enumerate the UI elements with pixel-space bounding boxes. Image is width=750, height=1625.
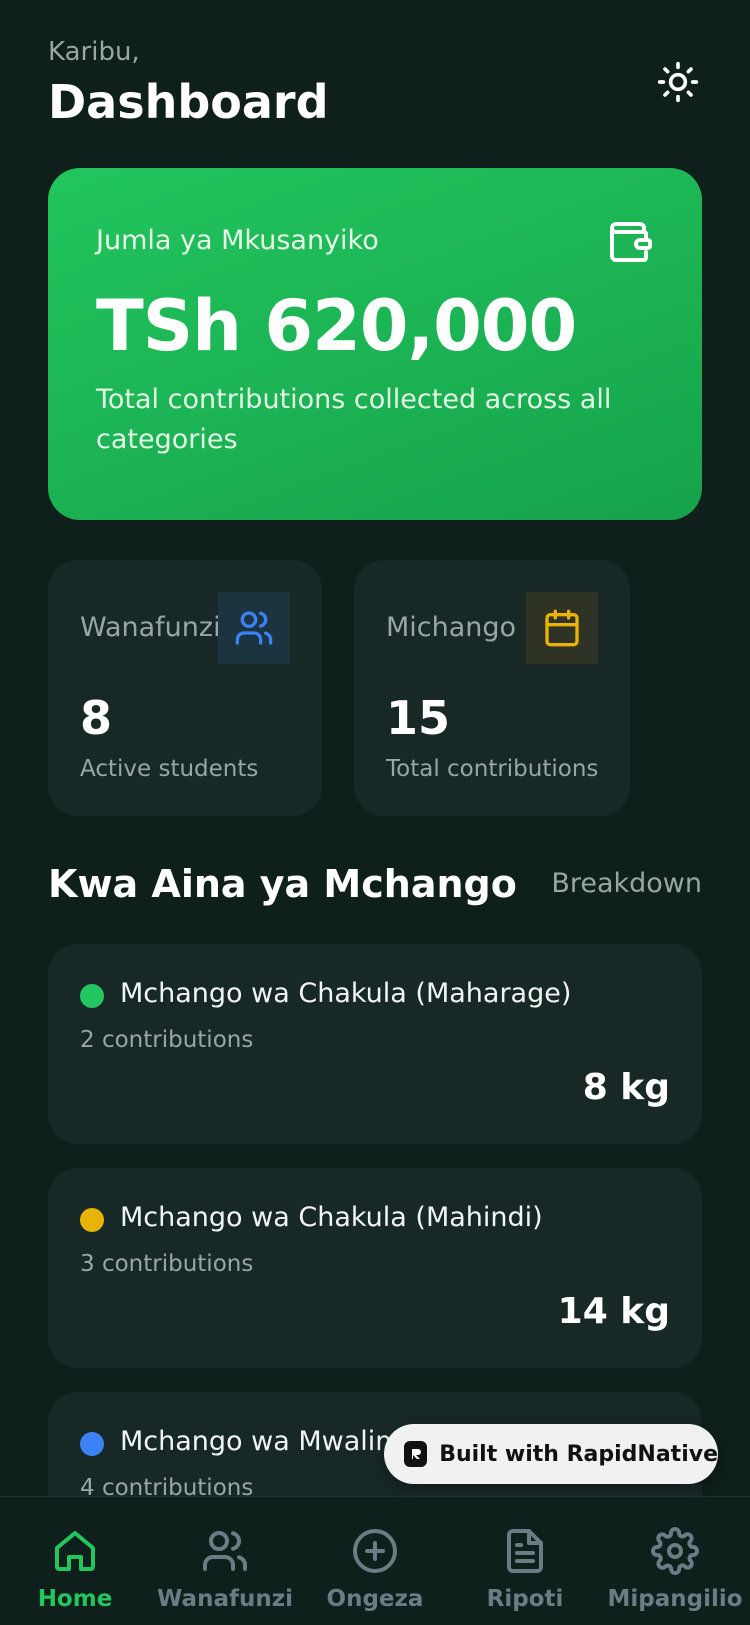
stat-icon-box xyxy=(218,592,290,664)
stat-value: 15 xyxy=(386,691,451,745)
stat-value: 8 xyxy=(80,691,113,745)
wallet-icon xyxy=(610,222,652,262)
calendar-icon xyxy=(545,609,579,647)
users-icon xyxy=(203,1531,247,1571)
category-name: Mchango wa Mwalim xyxy=(120,1426,402,1457)
sun-icon xyxy=(657,61,699,103)
category-name: Mchango wa Chakula (Mahindi) xyxy=(120,1202,543,1233)
badge-text: Built with RapidNative xyxy=(439,1441,718,1467)
stat-label: Wanafunzi xyxy=(80,612,221,643)
stat-subtitle: Active students xyxy=(80,756,259,782)
gear-icon xyxy=(651,1527,699,1575)
breakdown-link[interactable]: Breakdown xyxy=(551,866,702,902)
built-with-rapidnative-badge[interactable]: Built with RapidNative xyxy=(384,1424,718,1484)
page-title: Dashboard xyxy=(48,75,329,129)
category-name: Mchango wa Chakula (Maharage) xyxy=(120,978,572,1009)
nav-label: Ongeza xyxy=(326,1586,424,1612)
nav-label: Mipangilio xyxy=(607,1586,743,1612)
nav-label: Ripoti xyxy=(486,1586,564,1612)
nav-item-ripoti[interactable]: Ripoti xyxy=(450,1497,600,1625)
category-color-dot xyxy=(80,1432,104,1456)
nav-item-mipangilio[interactable]: Mipangilio xyxy=(600,1497,750,1625)
home-icon xyxy=(55,1531,95,1571)
greeting: Karibu, xyxy=(48,37,140,67)
category-count: 2 contributions xyxy=(80,1027,254,1053)
category-count: 3 contributions xyxy=(80,1251,254,1277)
category-color-dot xyxy=(80,1208,104,1232)
stat-card-contributions[interactable]: Michango 15 Total contributions xyxy=(354,560,630,816)
section-title: Kwa Aina ya Mchango xyxy=(48,862,517,906)
category-card[interactable]: Mchango wa Chakula (Maharage) 2 contribu… xyxy=(48,944,702,1144)
theme-toggle-button[interactable] xyxy=(654,58,702,106)
total-description: Total contributions collected across all… xyxy=(96,384,612,455)
plus-circle-icon xyxy=(353,1529,397,1573)
total-collection-card: Jumla ya Mkusanyiko TSh 620,000 Total co… xyxy=(48,168,702,520)
nav-label: Home xyxy=(37,1586,113,1612)
nav-item-wanafunzi[interactable]: Wanafunzi xyxy=(150,1497,300,1625)
file-text-icon xyxy=(507,1529,543,1573)
total-amount: TSh 620,000 xyxy=(96,285,577,367)
stat-icon-box xyxy=(526,592,598,664)
bottom-nav: Home Wanafunzi Ongeza Ripoti Mipangilio xyxy=(0,1496,750,1625)
total-label: Jumla ya Mkusanyiko xyxy=(96,225,379,256)
category-amount: 8 kg xyxy=(582,1067,670,1108)
rapidnative-logo-icon xyxy=(404,1441,428,1467)
nav-item-home[interactable]: Home xyxy=(0,1497,150,1625)
stat-label: Michango xyxy=(386,612,517,643)
category-amount: 14 kg xyxy=(557,1291,670,1332)
stat-card-students[interactable]: Wanafunzi 8 Active students xyxy=(48,560,322,816)
category-color-dot xyxy=(80,984,104,1008)
users-icon xyxy=(235,611,273,645)
nav-item-ongeza[interactable]: Ongeza xyxy=(300,1497,450,1625)
nav-label: Wanafunzi xyxy=(157,1586,293,1612)
category-card[interactable]: Mchango wa Chakula (Mahindi) 3 contribut… xyxy=(48,1168,702,1368)
header: Karibu, Dashboard xyxy=(48,36,702,136)
stat-subtitle: Total contributions xyxy=(386,756,599,782)
